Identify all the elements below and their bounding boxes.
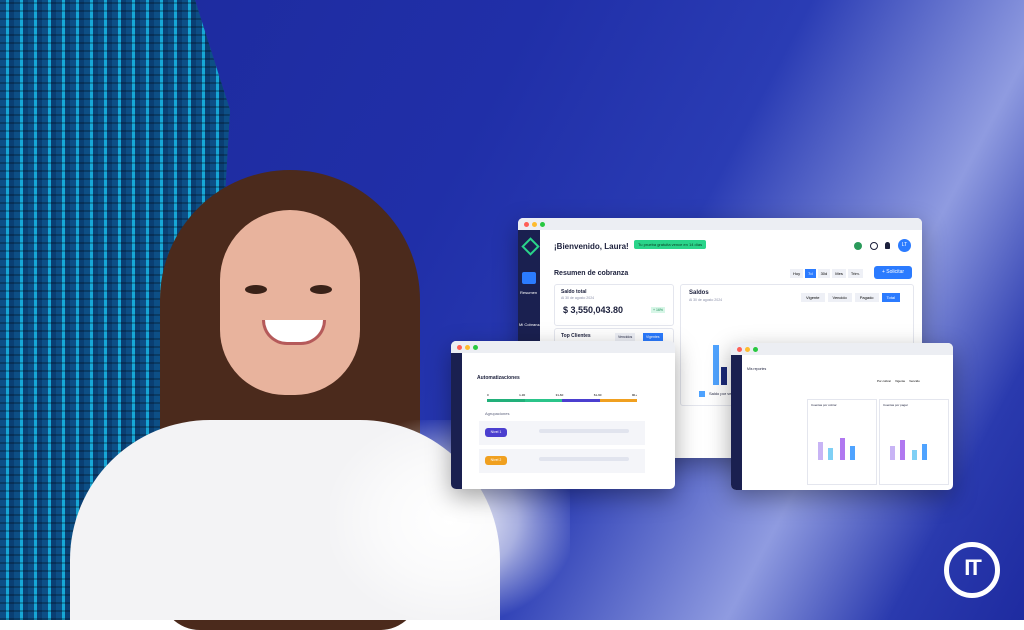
date-filter-today[interactable]: Hoy	[790, 269, 804, 278]
tab-overdue[interactable]: Vencidos	[615, 333, 636, 341]
greeting: ¡Bienvenido, Laura!	[554, 242, 629, 251]
automation-window: Automatizaciones 0 1-30 31-60 61-90 90+ …	[451, 341, 675, 489]
leaf-icon[interactable]	[854, 242, 862, 250]
tab-vencido[interactable]: Vencido	[827, 293, 852, 302]
groups-subtitle: Agrupaciones	[485, 411, 510, 416]
level-tag[interactable]: Nivel 1	[485, 428, 507, 437]
sidebar	[451, 353, 462, 489]
reports-title: Mis reportes	[747, 367, 767, 371]
date-filter-30d[interactable]: 30d	[817, 269, 831, 278]
scale-label: 61-90	[593, 393, 602, 397]
clock-icon[interactable]	[870, 242, 878, 250]
legend-swatch	[699, 391, 705, 397]
scale-label: 90+	[631, 393, 637, 397]
section-title: Resumen de cobranza	[554, 270, 629, 277]
receivables-panel: Cuentas por cobrar	[807, 399, 877, 485]
panel-title: Cuentas por pagar	[883, 403, 908, 407]
date-filter-quarter[interactable]: Trim.	[847, 269, 863, 278]
group-row: Nivel 1	[479, 421, 645, 445]
balance-bar	[721, 367, 727, 385]
scale-label: 31-60	[555, 393, 564, 397]
tab-current[interactable]: Vigentes	[643, 333, 663, 341]
balances-tabs: Vigente Vencido Pagado Total	[801, 293, 900, 302]
total-balance-title: Saldo total	[561, 289, 587, 295]
panel-title: Cuentas por cobrar	[811, 403, 837, 407]
total-balance-value: $ 3,550,043.80	[563, 305, 624, 315]
tab-total[interactable]: Total	[881, 293, 900, 302]
it-logo: IT	[944, 542, 1000, 598]
avatar[interactable]: LT	[898, 239, 911, 252]
date-filter-7d[interactable]: 7d	[805, 269, 816, 278]
total-balance-date: Al 30 de agosto 2024	[561, 296, 595, 300]
total-balance-card: Saldo total Al 30 de agosto 2024 $ 3,550…	[554, 284, 674, 326]
sidebar-item-cobranza[interactable]: Mi Cobranza	[519, 322, 542, 327]
bell-icon[interactable]	[885, 242, 890, 249]
automation-title: Automatizaciones	[477, 375, 520, 381]
legend-item: Vencido	[909, 379, 920, 383]
balance-bar	[713, 345, 719, 385]
date-filter-month[interactable]: Mes	[832, 269, 846, 278]
aging-scale: 0 1-30 31-60 61-90 90+	[487, 393, 637, 402]
sidebar	[731, 355, 742, 490]
payables-panel: Cuentas por pagar	[879, 399, 949, 485]
balances-title: Saldos	[689, 290, 709, 296]
level-tag[interactable]: Nivel 2	[485, 456, 507, 465]
window-titlebar	[731, 343, 953, 355]
group-row: Nivel 2	[479, 449, 645, 473]
scale-label: 0	[487, 393, 489, 397]
logo-icon	[521, 237, 540, 256]
sidebar-item-resumen[interactable]: Resumen	[520, 290, 537, 295]
date-filter-group: Hoy 7d 30d Mes Trim.	[790, 269, 863, 278]
legend-item: Vigente	[895, 379, 906, 383]
report-legend: Por cobrar Vigente Vencido	[877, 379, 920, 383]
tab-vigente[interactable]: Vigente	[801, 293, 825, 302]
reports-window: Mis reportes Cuentas por cobrar Cuentas …	[731, 343, 953, 490]
scale-label: 1-30	[519, 393, 526, 397]
trial-notice: Tu prueba gratuita vence en 14 días	[634, 240, 707, 249]
new-request-button[interactable]: + Solicitar	[874, 266, 912, 279]
it-logo-text: IT	[964, 555, 982, 580]
growth-badge: + 16%	[651, 307, 666, 313]
window-titlebar	[451, 341, 675, 353]
top-clients-title: Top Clientes	[561, 333, 591, 339]
tab-pagado[interactable]: Pagado	[854, 293, 879, 302]
legend-item: Por cobrar	[877, 379, 892, 383]
balances-date: Al 30 de agosto 2024	[689, 298, 723, 302]
sidebar-item-home[interactable]	[522, 272, 536, 284]
window-titlebar	[518, 218, 922, 230]
